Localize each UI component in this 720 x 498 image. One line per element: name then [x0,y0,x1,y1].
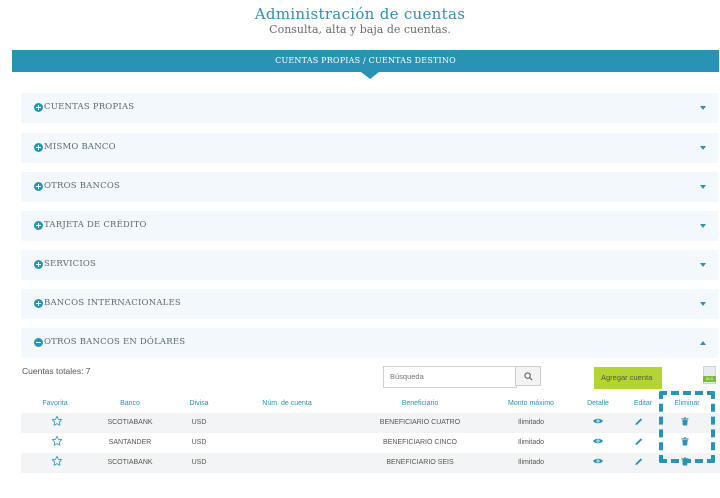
caret-down-icon [700,263,706,267]
plus-circle-icon [34,143,43,152]
tab-pointer [361,72,379,79]
cell-beneficiary: BENEFICIARIO CUATRO [379,419,461,426]
plus-circle-icon [34,260,43,269]
pencil-icon[interactable] [635,417,644,426]
table-row: SCOTIABANK USD BENEFICIARIO CUATRO Ilimi… [21,413,720,433]
xls-label: XLS [703,376,716,382]
cell-currency: USD [191,419,207,426]
accordion-label: OTROS BANCOS [44,181,121,191]
plus-circle-icon [34,221,43,230]
cell-max-amount: Ilimitado [517,459,545,466]
col-header-divisa: Divisa [189,400,209,407]
accordion-cuentas-propias[interactable]: CUENTAS PROPIAS [21,93,718,123]
caret-up-icon [700,341,706,345]
plus-circle-icon [34,103,43,112]
accordion-label: BANCOS INTERNACIONALES [44,298,181,308]
search-box [383,366,517,388]
caret-down-icon [700,224,706,228]
add-account-button[interactable]: Agregar cuenta [594,367,662,389]
pencil-icon[interactable] [635,437,644,446]
pencil-icon[interactable] [635,457,644,466]
minus-circle-icon [34,338,43,347]
search-button[interactable] [515,366,541,386]
accordion-bancos-internacionales[interactable]: BANCOS INTERNACIONALES [21,289,718,319]
accordion-label: OTROS BANCOS EN DÓLARES [44,337,186,347]
page-header: Administración de cuentas Consulta, alta… [0,5,720,37]
cell-bank: SCOTIABANK [107,419,153,426]
accordion-mismo-banco[interactable]: MISMO BANCO [21,133,718,163]
star-icon[interactable] [51,455,63,467]
eye-icon[interactable] [593,437,604,445]
cell-beneficiary: BENEFICIARIO SEIS [386,459,454,466]
col-header-beneficiario: Beneficiario [401,400,439,407]
col-header-banco: Banco [120,400,140,407]
accordion-label: SERVICIOS [44,259,97,269]
cell-bank: SCOTIABANK [107,459,153,466]
cell-max-amount: Ilimitado [517,419,545,426]
accordion-servicios[interactable]: SERVICIOS [21,250,718,280]
col-header-monto-maximo: Monto máximo [508,400,554,407]
table-row: SANTANDER USD BENEFICIARIO CINCO Ilimita… [21,433,720,453]
search-icon [524,372,533,381]
accordion-label: MISMO BANCO [44,142,116,152]
col-header-detalle: Detalle [587,400,609,407]
tab-cuentas-propias-destino[interactable]: CUENTAS PROPIAS / CUENTAS DESTINO [12,50,719,72]
eye-icon[interactable] [593,417,604,425]
caret-down-icon [700,146,706,150]
accordion-tarjeta-de-credito[interactable]: TARJETA DE CRÉDITO [21,211,718,241]
cell-bank: SANTANDER [108,439,152,446]
search-input[interactable] [384,367,512,385]
accordion-label: TARJETA DE CRÉDITO [44,220,147,230]
delete-column-highlight [659,391,715,463]
caret-down-icon [700,106,706,110]
plus-circle-icon [34,182,43,191]
col-header-numero-cuenta: Núm. de cuenta [262,400,312,407]
accordion-otros-bancos-en-dolares[interactable]: OTROS BANCOS EN DÓLARES [21,328,718,358]
cell-max-amount: Ilimitado [517,439,545,446]
accounts-total: Cuentas totales: 7 [22,366,91,376]
accordion-label: CUENTAS PROPIAS [44,102,135,112]
cell-beneficiary: BENEFICIARIO CINCO [383,439,457,446]
star-icon[interactable] [51,415,63,427]
cell-currency: USD [191,439,207,446]
table-row: SCOTIABANK USD BENEFICIARIO SEIS Ilimita… [21,453,720,473]
col-header-favorita: Favorita [42,400,68,407]
xls-icon[interactable]: XLS [703,366,716,384]
star-icon[interactable] [51,435,63,447]
eye-icon[interactable] [593,457,604,465]
page-title: Administración de cuentas [254,5,466,23]
cell-currency: USD [191,459,207,466]
account-number-redaction [226,439,368,448]
page-subtitle: Consulta, alta y baja de cuentas. [269,23,451,36]
plus-circle-icon [34,299,43,308]
accordion-otros-bancos[interactable]: OTROS BANCOS [21,172,718,202]
caret-down-icon [700,302,706,306]
col-header-editar: Editar [633,400,653,407]
caret-down-icon [700,185,706,189]
